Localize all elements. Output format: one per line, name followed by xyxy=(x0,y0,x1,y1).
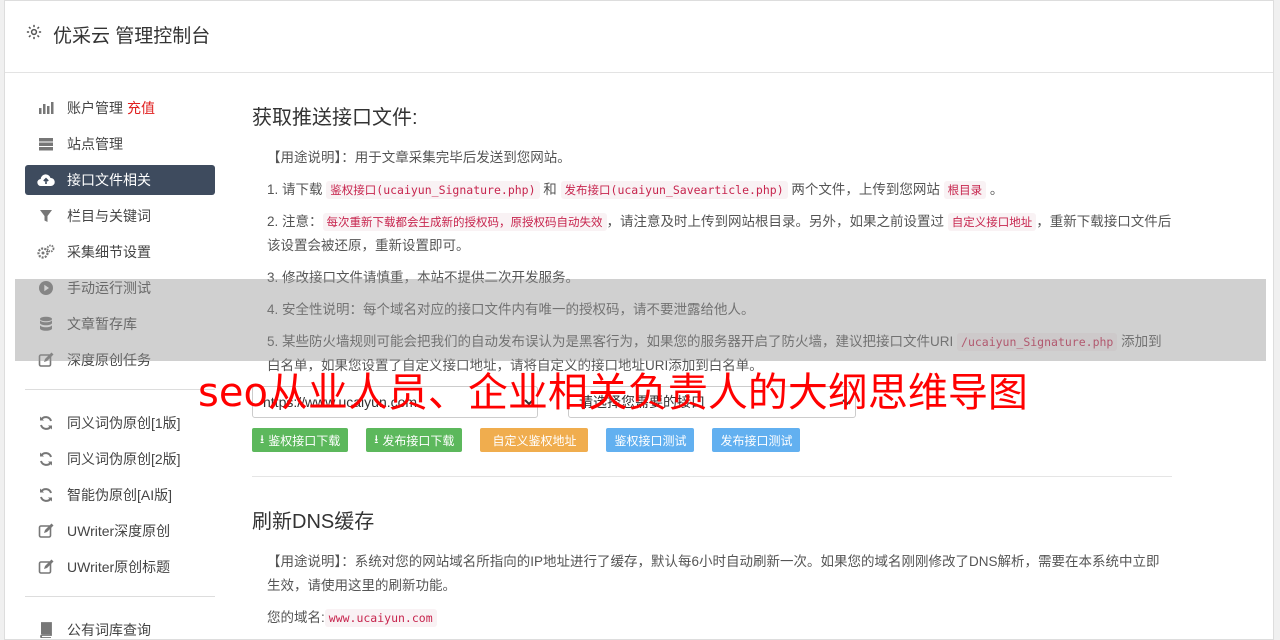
sidebar-item-label: 接口文件相关 xyxy=(67,172,151,188)
download-icon: ⭳ xyxy=(260,431,265,446)
button-row: ⭳ 鉴权接口下载 ⭳ 发布接口下载 自定义鉴权地址 鉴权接口测试 发布接口测试 xyxy=(252,428,1172,452)
bar-chart-icon xyxy=(37,99,55,117)
watermark-text: seo从业人员、企业相关负责人的大纲思维导图 xyxy=(198,370,1028,416)
custom-auth-button[interactable]: 自定义鉴权地址 xyxy=(480,428,589,452)
auth-download-button[interactable]: ⭳ 鉴权接口下载 xyxy=(252,428,349,452)
divider xyxy=(252,476,1172,477)
download-icon: ⭳ xyxy=(374,431,379,446)
code-custom-url: 自定义接口地址 xyxy=(947,213,1037,231)
code-publish-file: 发布接口(ucaiyun_Savearticle.php) xyxy=(560,181,788,199)
dns-usage-note: 【用途说明】：系统对您的网站域名所指向的IP地址进行了缓存，默认每6小时自动刷新… xyxy=(267,554,1160,593)
recharge-link[interactable]: 充值 xyxy=(127,98,155,118)
publish-download-button[interactable]: ⭳ 发布接口下载 xyxy=(366,428,463,452)
gear-icon[interactable] xyxy=(25,23,43,46)
edit-icon xyxy=(37,558,55,576)
step-1: 1. 请下载 鉴权接口(ucaiyun_Signature.php) 和 发布接… xyxy=(267,181,1004,199)
server-icon xyxy=(37,135,55,153)
sidebar-item-label: UWriter深度原创 xyxy=(67,523,171,539)
section-title-interface: 获取推送接口文件: xyxy=(252,107,418,129)
code-regenerate-warning: 每次重新下载都会生成新的授权码，原授权码自动失效 xyxy=(322,213,607,231)
sidebar-item-label: 智能伪原创[AI版] xyxy=(67,487,173,503)
sidebar-item-2-0[interactable]: 公有词库查询 xyxy=(25,615,215,640)
refresh-icon xyxy=(37,450,55,468)
brand: 优采云 管理控制台 xyxy=(25,21,210,48)
refresh-icon xyxy=(37,414,55,432)
sidebar-item-label: 同义词伪原创[1版] xyxy=(67,415,181,431)
app-title: 优采云 管理控制台 xyxy=(53,26,211,47)
edit-icon xyxy=(37,522,55,540)
gray-overlay-band xyxy=(15,279,1266,361)
code-auth-file: 鉴权接口(ucaiyun_Signature.php) xyxy=(326,181,540,199)
sidebar-item-1-2[interactable]: 智能伪原创[AI版] xyxy=(25,480,215,510)
sidebar-divider xyxy=(25,389,215,390)
sidebar-item-label: 采集细节设置 xyxy=(67,244,151,260)
publish-test-button[interactable]: 发布接口测试 xyxy=(712,428,801,452)
gears-icon xyxy=(37,243,55,261)
sidebar-item-1-4[interactable]: UWriter原创标题 xyxy=(25,552,215,582)
sidebar-item-0-4[interactable]: 采集细节设置 xyxy=(25,237,215,267)
sidebar-item-0-3[interactable]: 栏目与关键词 xyxy=(25,201,215,231)
auth-test-button[interactable]: 鉴权接口测试 xyxy=(606,428,695,452)
sidebar-item-label: 账户管理 xyxy=(67,100,123,116)
sidebar-item-label: 站点管理 xyxy=(67,136,123,152)
sidebar-item-label: 同义词伪原创[2版] xyxy=(67,451,181,467)
sidebar-item-label: 栏目与关键词 xyxy=(67,208,151,224)
filter-icon xyxy=(37,207,55,225)
domain-value: www.ucaiyun.com xyxy=(324,609,437,627)
cloud-upload-icon xyxy=(37,171,55,189)
refresh-icon xyxy=(37,486,55,504)
step-2: 2. 注意： 每次重新下载都会生成新的授权码，原授权码自动失效 ，请注意及时上传到网… xyxy=(267,213,1172,253)
sidebar-item-0-0[interactable]: 账户管理 充值 xyxy=(25,93,215,123)
sidebar-item-label: UWriter原创标题 xyxy=(67,559,171,575)
section-title-dns: 刷新DNS缓存 xyxy=(252,511,375,533)
sidebar-item-0-1[interactable]: 站点管理 xyxy=(25,129,215,159)
book-icon xyxy=(37,621,55,639)
domain-line: 您的域名: www.ucaiyun.com xyxy=(252,606,1172,630)
sidebar-divider xyxy=(25,596,215,597)
sidebar-item-0-2[interactable]: 接口文件相关 xyxy=(25,165,215,195)
code-root-dir: 根目录 xyxy=(943,181,987,199)
sidebar-item-1-1[interactable]: 同义词伪原创[2版] xyxy=(25,444,215,474)
sidebar: 账户管理 充值 站点管理 接口文件相关 栏目与关键词 采集细节设置 手动运行测试 文章暂存库深… xyxy=(25,93,215,640)
sidebar-item-1-3[interactable]: UWriter深度原创 xyxy=(25,516,215,546)
usage-note: 【用途说明】：用于文章采集完毕后发送到您网站。 xyxy=(267,150,571,165)
sidebar-item-1-0[interactable]: 同义词伪原创[1版] xyxy=(25,408,215,438)
sidebar-item-label: 公有词库查询 xyxy=(67,622,151,638)
top-bar: 优采云 管理控制台 xyxy=(5,1,1273,73)
